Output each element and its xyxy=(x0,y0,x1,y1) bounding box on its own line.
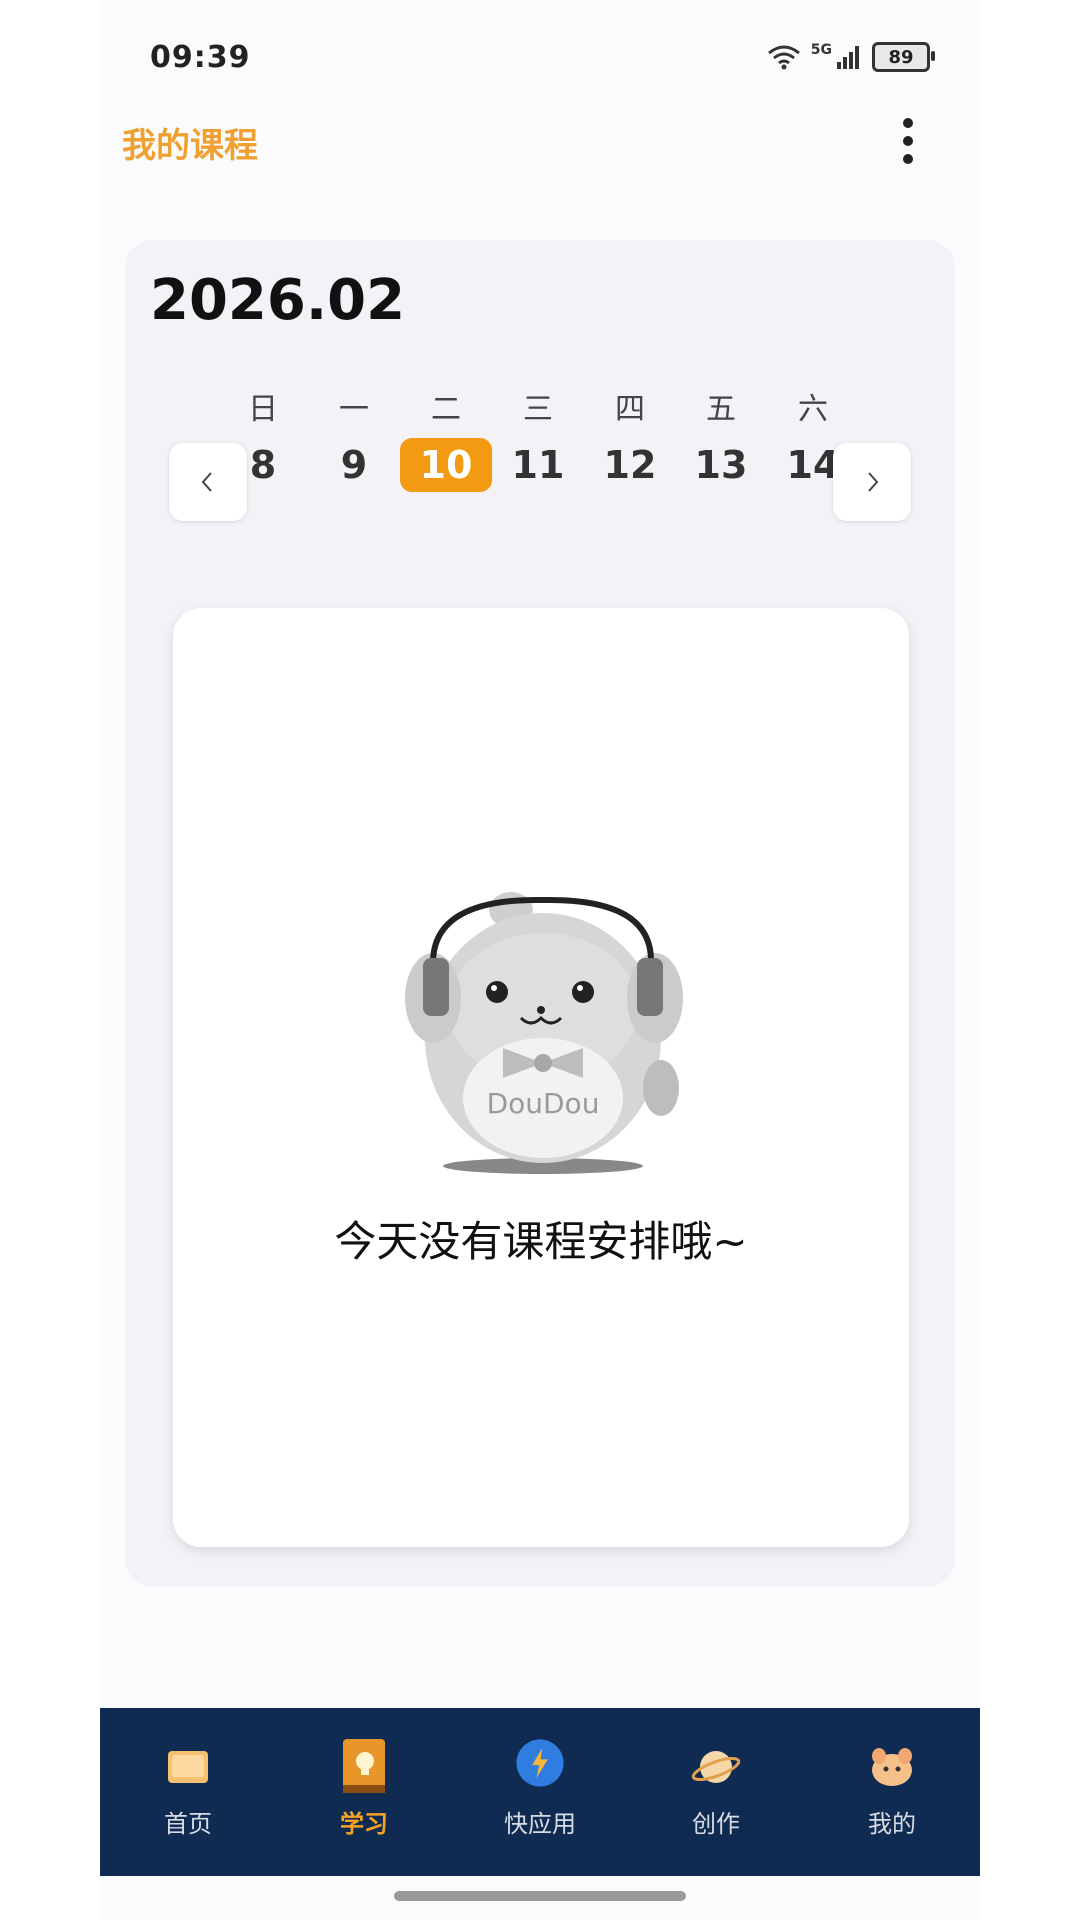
nav-tab-study[interactable]: 学习 xyxy=(276,1708,452,1876)
weekday-label: 五 xyxy=(706,392,736,427)
day-number: 12 xyxy=(603,443,657,487)
more-dot-icon xyxy=(903,136,913,146)
weekday-label: 二 xyxy=(431,392,461,427)
nav-tab-mine[interactable]: 我的 xyxy=(804,1708,980,1876)
weekday-label: 一 xyxy=(339,392,369,427)
nav-label: 学习 xyxy=(340,1810,388,1838)
next-week-button[interactable] xyxy=(833,443,911,521)
day-cell-selected[interactable]: 二 10 xyxy=(400,378,492,492)
day-cell[interactable]: 四 12 xyxy=(584,378,676,492)
weekday-label: 六 xyxy=(798,392,828,427)
mascot-badge-text: DouDou xyxy=(487,1087,600,1120)
day-cell[interactable]: 五 13 xyxy=(675,378,767,492)
home-indicator[interactable] xyxy=(394,1891,686,1901)
nav-label: 首页 xyxy=(164,1810,212,1838)
battery-level: 89 xyxy=(888,46,914,68)
day-number: 13 xyxy=(694,443,748,487)
wifi-icon xyxy=(767,45,800,70)
empty-state-card: DouDou 今天没有课程安排哦~ xyxy=(173,608,909,1547)
day-cell[interactable]: 一 9 xyxy=(308,378,400,492)
status-icons: 5G 89 xyxy=(767,42,935,72)
day-cell[interactable]: 三 11 xyxy=(492,378,584,492)
empty-state-message: 今天没有课程安排哦~ xyxy=(334,1217,748,1266)
chevron-left-icon xyxy=(201,472,212,492)
profile-avatar-icon xyxy=(867,1742,917,1792)
month-label: 2026.02 xyxy=(150,268,406,333)
weekday-label: 日 xyxy=(248,392,278,427)
quick-app-bolt-icon xyxy=(515,1739,565,1792)
page-title: 我的课程 xyxy=(122,126,258,166)
weekday-label: 三 xyxy=(523,392,553,427)
day-number: 11 xyxy=(511,443,565,487)
status-time: 09:39 xyxy=(150,40,251,75)
day-number-selected: 10 xyxy=(400,438,492,492)
schedule-panel: 2026.02 日 8 一 9 二 10 三 11 四 12 五 13 六 14… xyxy=(125,240,955,1587)
nav-tab-create[interactable]: 创作 xyxy=(628,1708,804,1876)
nav-label: 快应用 xyxy=(504,1810,576,1838)
day-number: 9 xyxy=(340,443,368,487)
planet-icon xyxy=(691,1742,741,1792)
nav-tab-home[interactable]: 首页 xyxy=(100,1708,276,1876)
network-type-label: 5G xyxy=(810,42,832,58)
nav-label: 创作 xyxy=(692,1810,740,1838)
study-book-icon xyxy=(339,1739,389,1793)
doudou-mascot-illustration: DouDou xyxy=(405,892,683,1174)
more-options-button[interactable] xyxy=(896,118,920,164)
bottom-navigation: 首页 学习 快应用 创作 我的 xyxy=(100,1708,980,1876)
app-screen: 09:39 5G 89 我的课程 2026.02 日 8 一 9 二 10 三 … xyxy=(100,0,980,1920)
previous-week-button[interactable] xyxy=(169,443,247,521)
week-strip: 日 8 一 9 二 10 三 11 四 12 五 13 六 14 xyxy=(125,378,955,521)
more-dot-icon xyxy=(903,118,913,128)
left-margin xyxy=(0,0,100,1920)
nav-tab-quick-app[interactable]: 快应用 xyxy=(452,1708,628,1876)
more-dot-icon xyxy=(903,154,913,164)
battery-icon: 89 xyxy=(872,42,935,72)
nav-label: 我的 xyxy=(868,1810,916,1838)
signal-icon xyxy=(837,46,859,69)
chevron-right-icon xyxy=(868,472,879,492)
weekday-label: 四 xyxy=(615,392,645,427)
right-margin xyxy=(980,0,1080,1920)
home-icon xyxy=(163,1742,213,1792)
